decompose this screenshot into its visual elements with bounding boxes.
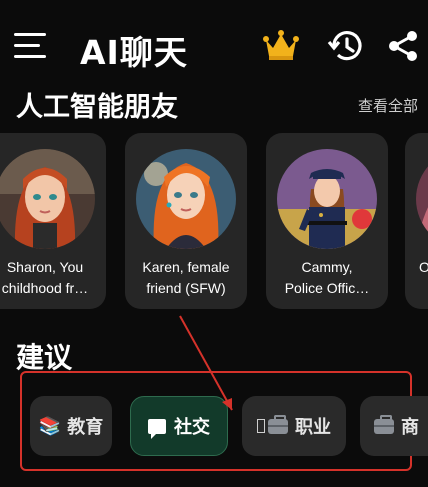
- category-pill-label: 职业: [295, 417, 331, 438]
- category-pill-business[interactable]: 商: [360, 396, 428, 456]
- friend-cards-row: Sharon, You childhood fr… Karen, female …: [0, 133, 428, 311]
- section-title-ai-friends: 人工智能朋友: [16, 92, 178, 123]
- category-pill-social[interactable]: 社交: [130, 396, 228, 456]
- app-header: AI聊天: [0, 18, 428, 74]
- books-icon: 📚: [38, 415, 62, 437]
- crown-icon[interactable]: [262, 28, 300, 64]
- friend-card-name: Cammy, Police Offic…: [284, 259, 370, 296]
- category-pill-education[interactable]: 📚 教育: [30, 396, 112, 456]
- partial-avatar: [416, 149, 428, 249]
- category-pill-label: 教育: [67, 417, 104, 438]
- share-icon[interactable]: [384, 28, 422, 64]
- orange-haired-girl-avatar: [136, 149, 236, 249]
- friend-card-name: O: [419, 259, 428, 275]
- category-pill-label: 社交: [174, 417, 210, 438]
- police-officer-avatar: [277, 149, 377, 249]
- history-icon[interactable]: [326, 28, 364, 64]
- friend-card[interactable]: Sharon, You childhood fr…: [0, 133, 106, 309]
- section-title-suggestions: 建议: [16, 341, 73, 374]
- briefcase-icon: [374, 414, 394, 434]
- app-title: AI聊天: [80, 33, 188, 72]
- friend-card[interactable]: Karen, female friend (SFW): [125, 133, 247, 309]
- category-pill-career[interactable]: 职业: [242, 396, 346, 456]
- category-pill-label: 商: [401, 417, 419, 438]
- menu-icon[interactable]: [14, 33, 46, 59]
- chat-icon: [148, 418, 166, 439]
- friend-card[interactable]: Cammy, Police Offic…: [266, 133, 388, 309]
- briefcase-icon: [268, 414, 288, 434]
- friend-card[interactable]: O: [405, 133, 428, 309]
- friend-card-name: Sharon, You childhood fr…: [1, 259, 89, 296]
- friend-card-name: Karen, female friend (SFW): [142, 259, 230, 296]
- see-all-link[interactable]: 查看全部: [358, 95, 418, 116]
- missing-glyph-icon: [257, 419, 265, 433]
- red-haired-girl-avatar: [0, 149, 95, 249]
